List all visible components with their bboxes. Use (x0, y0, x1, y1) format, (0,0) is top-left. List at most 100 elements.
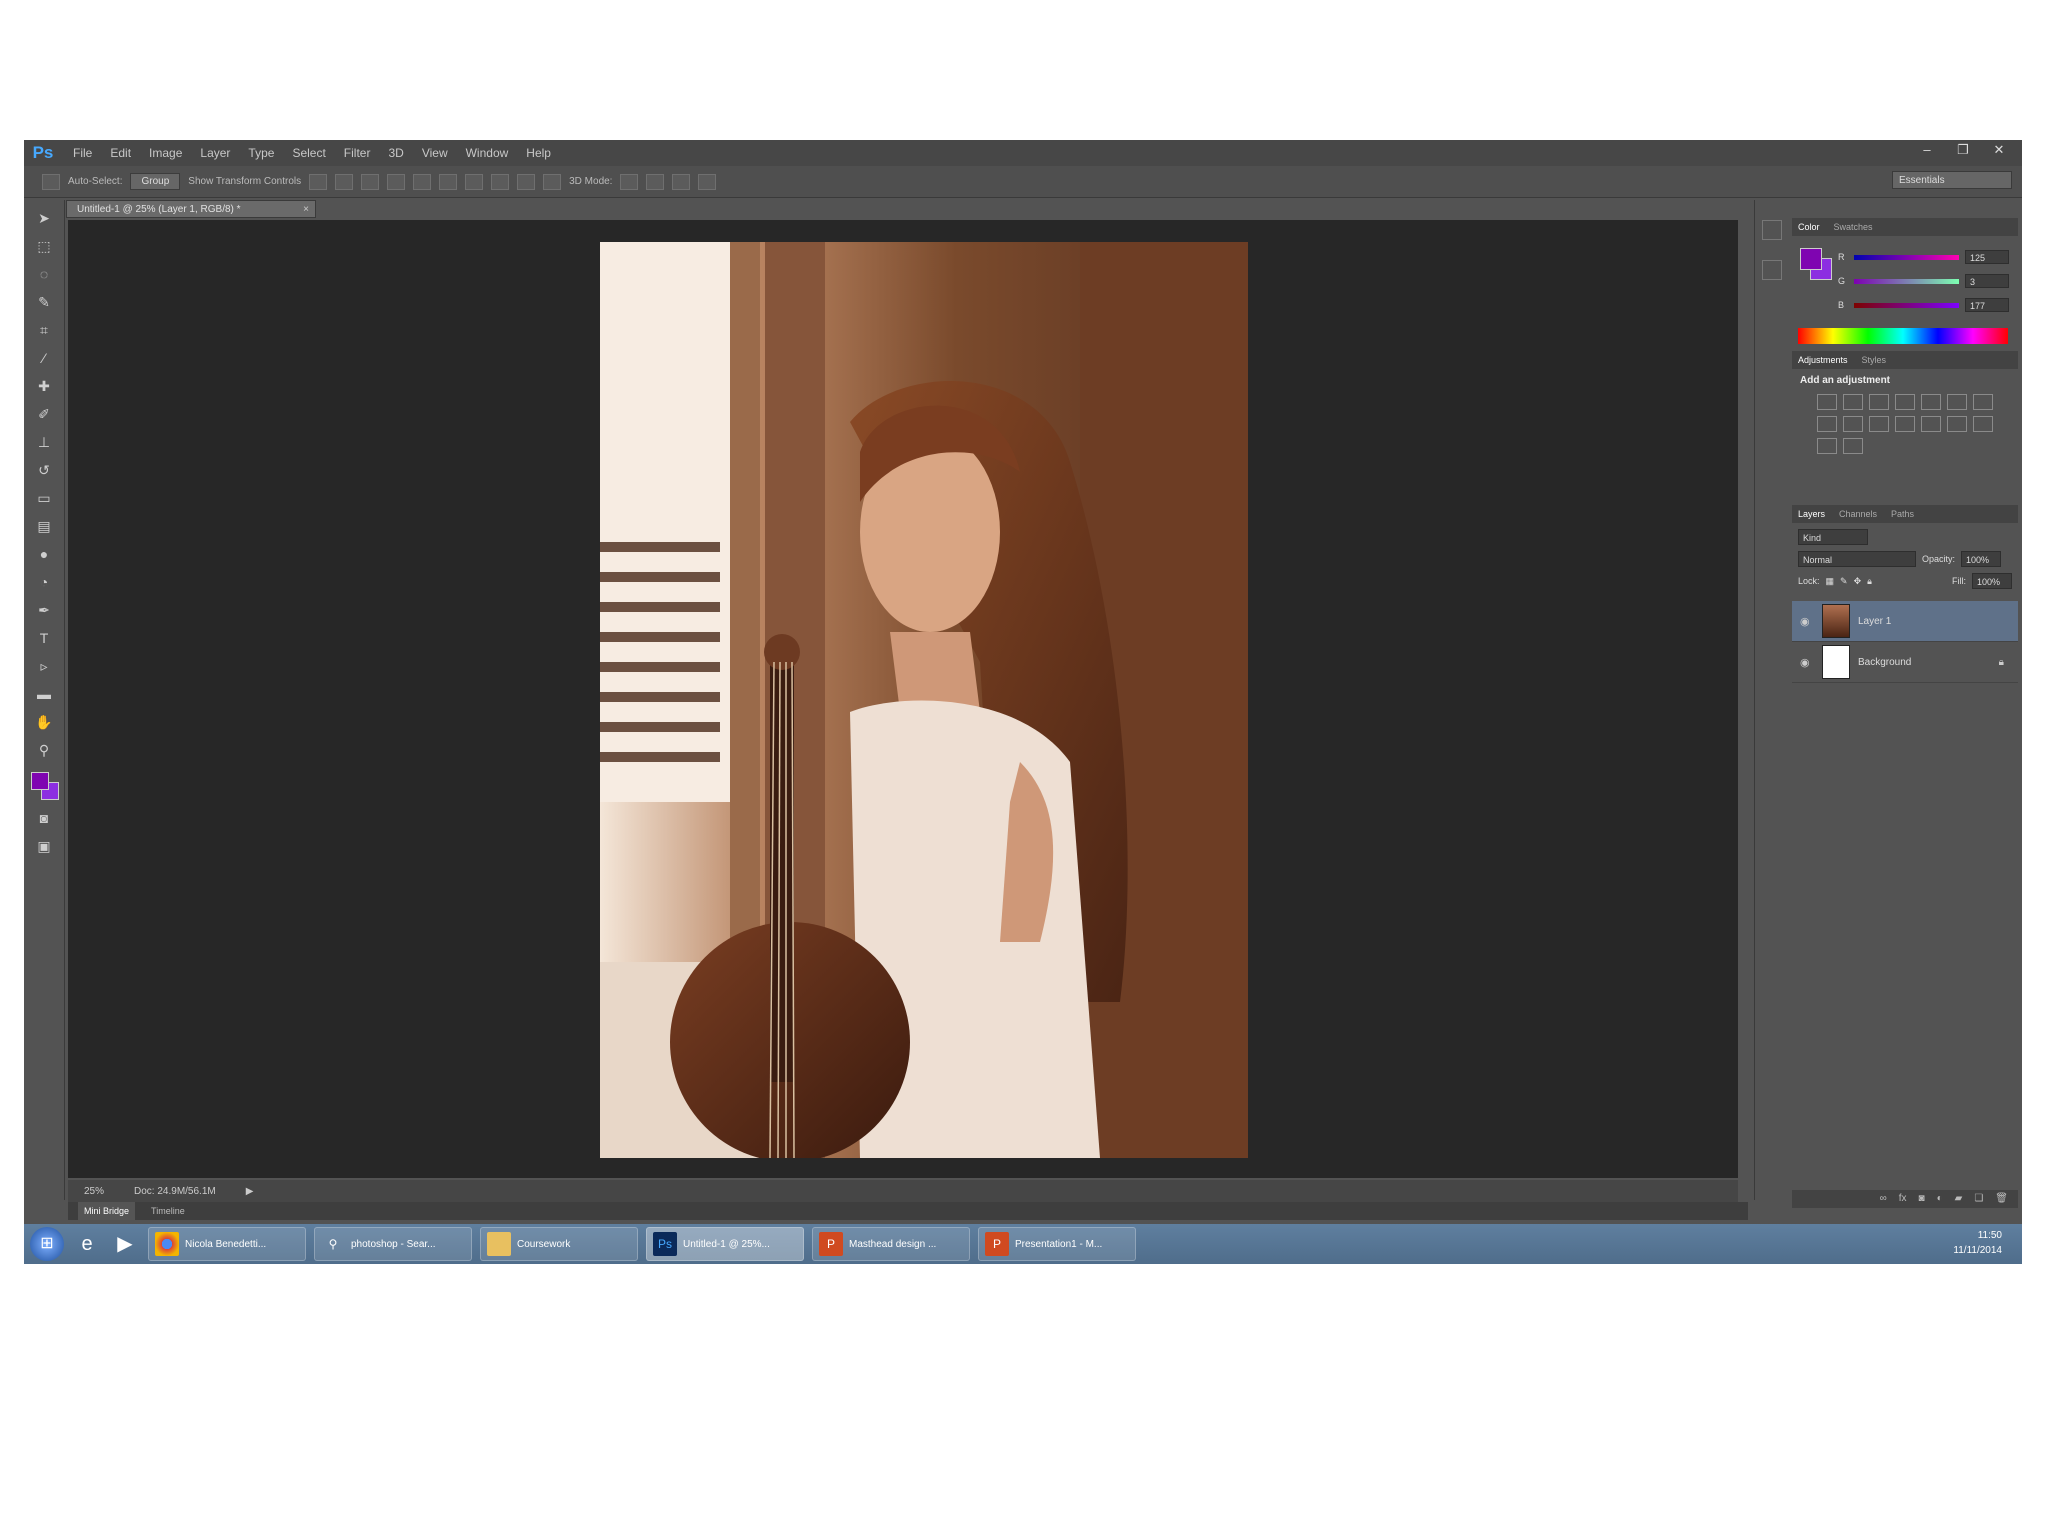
color-spectrum[interactable] (1798, 328, 2008, 344)
zoom-level[interactable]: 25% (84, 1186, 104, 1197)
delete-layer-icon[interactable]: 🗑︎ (1995, 1190, 2008, 1208)
red-value-input[interactable]: 125 (1965, 250, 2009, 264)
quick-mask-icon[interactable]: ◙ (33, 808, 55, 828)
auto-align-icon[interactable] (543, 173, 562, 190)
taskbar-folder[interactable]: Coursework (480, 1227, 638, 1261)
menu-select[interactable]: Select (283, 140, 334, 166)
3d-roll-icon[interactable] (646, 173, 665, 190)
brush-tool-icon[interactable]: ✐ (33, 404, 55, 424)
menu-type[interactable]: Type (239, 140, 283, 166)
layer-name[interactable]: Layer 1 (1858, 616, 1891, 627)
move-tool-preset-icon[interactable] (42, 173, 60, 190)
lock-transparent-icon[interactable]: ▦ (1826, 576, 1835, 587)
menu-edit[interactable]: Edit (101, 140, 140, 166)
eraser-tool-icon[interactable]: ▭ (33, 488, 55, 508)
document-image[interactable] (600, 242, 1248, 1158)
layer-style-icon[interactable]: fx (1899, 1190, 1907, 1208)
workspace-switcher[interactable]: Essentials (1892, 171, 2012, 189)
vibrance-adjustment-icon[interactable] (1921, 394, 1941, 410)
layer-name[interactable]: Background (1858, 657, 1911, 668)
foreground-color-swatch[interactable] (31, 772, 49, 790)
pen-tool-icon[interactable]: ✒ (33, 600, 55, 620)
tab-paths[interactable]: Paths (1891, 505, 1914, 523)
threshold-adjustment-icon[interactable] (1973, 416, 1993, 432)
gradient-map-adjustment-icon[interactable] (1817, 438, 1837, 454)
menu-filter[interactable]: Filter (335, 140, 380, 166)
type-tool-icon[interactable]: T (33, 628, 55, 648)
tab-adjustments[interactable]: Adjustments (1798, 351, 1848, 369)
quick-select-tool-icon[interactable]: ✎ (33, 292, 55, 312)
menu-image[interactable]: Image (140, 140, 191, 166)
start-button[interactable]: ⊞ (30, 1227, 64, 1261)
3d-pan-icon[interactable] (672, 173, 691, 190)
clone-stamp-tool-icon[interactable]: ⊥ (33, 432, 55, 452)
gradient-tool-icon[interactable]: ▤ (33, 516, 55, 536)
layer-row-background[interactable]: ◉ Background 🔒︎ (1792, 642, 2018, 683)
auto-select-dropdown[interactable]: Group (130, 173, 181, 190)
taskbar-search[interactable]: ⚲ photoshop - Sear... (314, 1227, 472, 1261)
menu-layer[interactable]: Layer (191, 140, 239, 166)
document-size[interactable]: Doc: 24.9M/56.1M (134, 1186, 216, 1197)
black-white-adjustment-icon[interactable] (1817, 416, 1837, 432)
3d-slide-icon[interactable] (698, 173, 717, 190)
properties-panel-icon[interactable] (1762, 260, 1782, 280)
3d-rotate-icon[interactable] (620, 173, 639, 190)
color-swatches[interactable] (29, 770, 59, 800)
selective-color-adjustment-icon[interactable] (1843, 438, 1863, 454)
green-value-input[interactable]: 3 (1965, 274, 2009, 288)
close-button[interactable]: ✕ (1984, 140, 2014, 160)
visibility-eye-icon[interactable]: ◉ (1800, 615, 1814, 628)
color-lookup-adjustment-icon[interactable] (1895, 416, 1915, 432)
panel-foreground-swatch[interactable] (1800, 248, 1822, 270)
auto-select-checkbox-label[interactable]: Auto-Select: (68, 176, 122, 187)
menu-3d[interactable]: 3D (379, 140, 412, 166)
taskbar-powerpoint-2[interactable]: P Presentation1 - M... (978, 1227, 1136, 1261)
distribute-middle-icon[interactable] (491, 173, 510, 190)
hand-tool-icon[interactable]: ✋ (33, 712, 55, 732)
menu-file[interactable]: File (64, 140, 101, 166)
close-tab-icon[interactable]: × (303, 201, 309, 219)
curves-adjustment-icon[interactable] (1869, 394, 1889, 410)
taskbar-chrome[interactable]: Nicola Benedetti... (148, 1227, 306, 1261)
marquee-tool-icon[interactable]: ⬚ (33, 236, 55, 256)
document-tab[interactable]: Untitled-1 @ 25% (Layer 1, RGB/8) * × (66, 200, 316, 218)
channel-mixer-adjustment-icon[interactable] (1869, 416, 1889, 432)
opacity-input[interactable]: 100% (1961, 551, 2002, 567)
link-layers-icon[interactable]: ∞ (1880, 1190, 1887, 1208)
zoom-tool-icon[interactable]: ⚲ (33, 740, 55, 760)
lock-image-icon[interactable]: ✎ (1840, 576, 1848, 587)
crop-tool-icon[interactable]: ⌗ (33, 320, 55, 340)
exposure-adjustment-icon[interactable] (1895, 394, 1915, 410)
internet-explorer-icon[interactable]: e (72, 1229, 102, 1259)
lock-position-icon[interactable]: ✥ (1854, 576, 1862, 587)
fill-input[interactable]: 100% (1972, 573, 2012, 589)
screen-mode-icon[interactable]: ▣ (33, 836, 55, 856)
history-brush-tool-icon[interactable]: ↺ (33, 460, 55, 480)
show-transform-checkbox[interactable]: Show Transform Controls (188, 176, 301, 187)
new-group-icon[interactable]: ▰ (1955, 1190, 1963, 1208)
tab-layers[interactable]: Layers (1798, 505, 1825, 523)
align-center-icon[interactable] (413, 173, 432, 190)
align-middle-icon[interactable] (335, 173, 354, 190)
dodge-tool-icon[interactable]: ◔ (33, 572, 55, 592)
tab-timeline[interactable]: Timeline (151, 1202, 185, 1220)
media-player-icon[interactable]: ▶ (110, 1229, 140, 1259)
align-bottom-icon[interactable] (361, 173, 380, 190)
photo-filter-adjustment-icon[interactable] (1843, 416, 1863, 432)
system-clock[interactable]: 11:50 11/11/2014 (1953, 1228, 2002, 1258)
brightness-adjustment-icon[interactable] (1817, 394, 1837, 410)
blue-slider[interactable] (1854, 302, 1959, 308)
tab-channels[interactable]: Channels (1839, 505, 1877, 523)
canvas-area[interactable] (68, 220, 1738, 1178)
align-left-icon[interactable] (387, 173, 406, 190)
menu-window[interactable]: Window (457, 140, 518, 166)
taskbar-powerpoint-1[interactable]: P Masthead design ... (812, 1227, 970, 1261)
menu-view[interactable]: View (413, 140, 457, 166)
lasso-tool-icon[interactable]: ◌ (33, 264, 55, 284)
hue-saturation-adjustment-icon[interactable] (1947, 394, 1967, 410)
distribute-top-icon[interactable] (465, 173, 484, 190)
new-adjustment-icon[interactable]: ◐ (1937, 1190, 1943, 1208)
add-mask-icon[interactable]: ◙ (1919, 1190, 1925, 1208)
distribute-bottom-icon[interactable] (517, 173, 536, 190)
tab-mini-bridge[interactable]: Mini Bridge (78, 1202, 136, 1220)
